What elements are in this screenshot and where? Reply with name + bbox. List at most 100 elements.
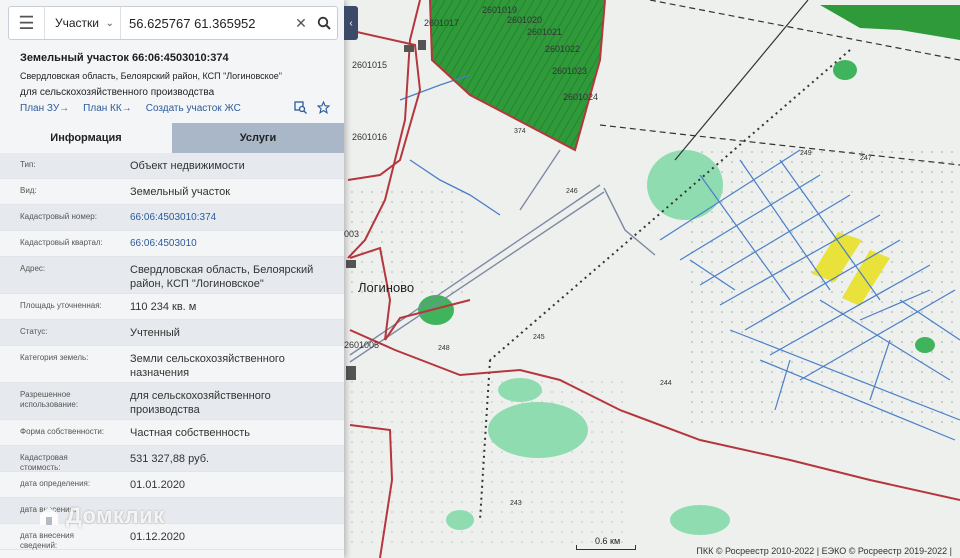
- search-button[interactable]: [311, 16, 337, 30]
- plan-zu-link[interactable]: План ЗУ→: [20, 103, 69, 114]
- layer-select-value: Участки: [55, 16, 99, 30]
- place-name-label: Логиново: [358, 280, 415, 295]
- parcel-usage: для сельскохозяйственного производства: [20, 87, 215, 98]
- parcel-title: Земельный участок 66:06:4503010:374: [20, 52, 229, 64]
- point-label: 249: [800, 150, 812, 157]
- attribute-table: Тип: Объект недвижимости Вид: Земельный уча…: [0, 153, 344, 550]
- meadow-4: [418, 295, 454, 325]
- point-label: 374: [514, 128, 526, 135]
- attribute-row: Вид: Земельный участок: [0, 179, 344, 205]
- attribute-row: Категория земель: Земли сельскохозяйствен…: [0, 346, 344, 383]
- attribute-value: 531 327,88 руб.: [130, 453, 210, 465]
- point-label: 247: [860, 155, 872, 162]
- attribute-key: Форма собственности:: [20, 427, 105, 436]
- attribute-value: Объект недвижимости: [130, 160, 245, 172]
- plan-kk-label: План КК: [83, 103, 122, 114]
- attribute-key: Кадастровый квартал:: [20, 238, 103, 247]
- pasture-texture-east: [690, 150, 960, 430]
- attribute-key: Статус:: [20, 327, 48, 336]
- plan-zu-label: План ЗУ: [20, 103, 60, 114]
- attribute-key: Адрес:: [20, 264, 46, 273]
- parcel-label: 2601023: [552, 66, 588, 76]
- attribute-key: Тип:: [20, 160, 36, 169]
- meadow-6: [670, 505, 730, 535]
- search-bar: ☰ Участки ⌄ 56.625767 61.365952 ✕: [8, 6, 338, 40]
- collapse-panel-button[interactable]: ‹: [344, 6, 358, 40]
- parcel-label: 2601019: [482, 5, 518, 15]
- create-parcel-link[interactable]: Создать участок ЖС: [146, 103, 241, 114]
- attribute-value: Учтенный: [130, 327, 180, 339]
- attribute-row: дата определения: 01.01.2020: [0, 472, 344, 498]
- parcel-label: 2601022: [545, 44, 581, 54]
- attribute-row: Кадастровый квартал: 66:06:4503010: [0, 231, 344, 257]
- parcel-label: 2601020: [507, 15, 543, 25]
- star-icon[interactable]: [317, 101, 330, 114]
- tab-services[interactable]: Услуги: [172, 123, 344, 153]
- point-label: 246: [566, 188, 578, 195]
- parcel-label: 2601016: [352, 132, 388, 142]
- info-panel: ☰ Участки ⌄ 56.625767 61.365952 ✕ Земель…: [0, 0, 344, 558]
- attribute-key: Кадастровая стоимость:: [20, 453, 68, 473]
- domclick-watermark: Домклик: [38, 503, 165, 529]
- search-input[interactable]: 56.625767 61.365952: [121, 16, 291, 31]
- attribute-row: Тип: Объект недвижимости: [0, 153, 344, 179]
- attribute-key: Кадастровый номер:: [20, 212, 97, 221]
- attribute-row: Разрешенное использование: для сельскохоз…: [0, 383, 344, 420]
- hamburger-icon: ☰: [18, 12, 35, 33]
- attribute-row: Площадь уточненная: 110 234 кв. м: [0, 294, 344, 320]
- layer-select[interactable]: Участки ⌄: [45, 7, 121, 39]
- attribute-key: Категория земель:: [20, 353, 89, 362]
- attribute-value[interactable]: 66:06:4503010:374: [110, 205, 344, 224]
- meadow-3: [498, 378, 542, 402]
- attribute-value: 110 234 кв. м: [130, 301, 197, 313]
- point-label: 245: [533, 334, 545, 341]
- attribute-value: Земли сельскохозяйственного назначения: [130, 353, 285, 380]
- attribute-key: Площадь уточненная:: [20, 301, 102, 310]
- action-links: План ЗУ→ План КК→ Создать участок ЖС: [20, 103, 241, 114]
- attribute-value: 01.01.2020: [130, 479, 186, 491]
- meadow-2: [488, 402, 588, 458]
- map-copyright: ПКК © Росреестр 2010-2022 | ЕЭКО © Росре…: [696, 546, 952, 556]
- meadow-8: [915, 337, 935, 353]
- parcel-address-short: Свердловская область, Белоярский район, …: [20, 71, 282, 81]
- attribute-value: для сельскохозяйственного производства: [130, 390, 271, 417]
- meadow-5: [833, 60, 857, 80]
- scale-bar: [576, 545, 636, 550]
- attribute-key: дата определения:: [20, 479, 91, 488]
- search-icon: [317, 16, 331, 30]
- zoom-to-icon[interactable]: [294, 101, 307, 114]
- clear-search-button[interactable]: ✕: [291, 15, 311, 32]
- menu-button[interactable]: ☰: [9, 7, 45, 39]
- close-icon: ✕: [295, 14, 307, 31]
- panel-tabs: Информация Услуги: [0, 123, 344, 153]
- parcel-label: 003: [344, 229, 360, 239]
- tab-information[interactable]: Информация: [0, 123, 172, 153]
- attribute-value: Свердловская область, Белоярский район, …: [130, 264, 314, 291]
- attribute-value: Земельный участок: [130, 186, 231, 198]
- chevron-left-icon: ‹: [349, 17, 353, 29]
- attribute-key: Вид:: [20, 186, 37, 195]
- plan-kk-link[interactable]: План КК→: [83, 103, 132, 114]
- attribute-row: Кадастровый номер: 66:06:4503010:374: [0, 205, 344, 231]
- point-label: 248: [438, 345, 450, 352]
- attribute-row: Кадастровая стоимость: 531 327,88 руб.: [0, 446, 344, 472]
- link-icons: [294, 101, 330, 114]
- point-label: 244: [660, 380, 672, 387]
- parcel-label: 2601021: [527, 27, 563, 37]
- attribute-row: Форма собственности: Частная собственност…: [0, 420, 344, 446]
- attribute-value[interactable]: 66:06:4503010: [110, 231, 344, 250]
- parcel-label: 2601024: [563, 92, 599, 102]
- meadow-1: [647, 150, 723, 220]
- attribute-row: Адрес: Свердловская область, Белоярский р…: [0, 257, 344, 294]
- parcel-label: 2601005: [344, 340, 380, 350]
- attribute-row: Статус: Учтенный: [0, 320, 344, 346]
- parcel-label: 2601015: [352, 60, 388, 70]
- attribute-key: Разрешенное использование:: [20, 390, 79, 410]
- meadow-7: [446, 510, 474, 530]
- watermark-text: Домклик: [66, 503, 165, 528]
- point-label: 243: [510, 500, 522, 507]
- parcel-label: 2601017: [424, 18, 460, 28]
- attribute-value: Частная собственность: [130, 427, 251, 439]
- arrow-right-icon: →: [59, 103, 70, 114]
- arrow-right-icon: →: [121, 103, 132, 114]
